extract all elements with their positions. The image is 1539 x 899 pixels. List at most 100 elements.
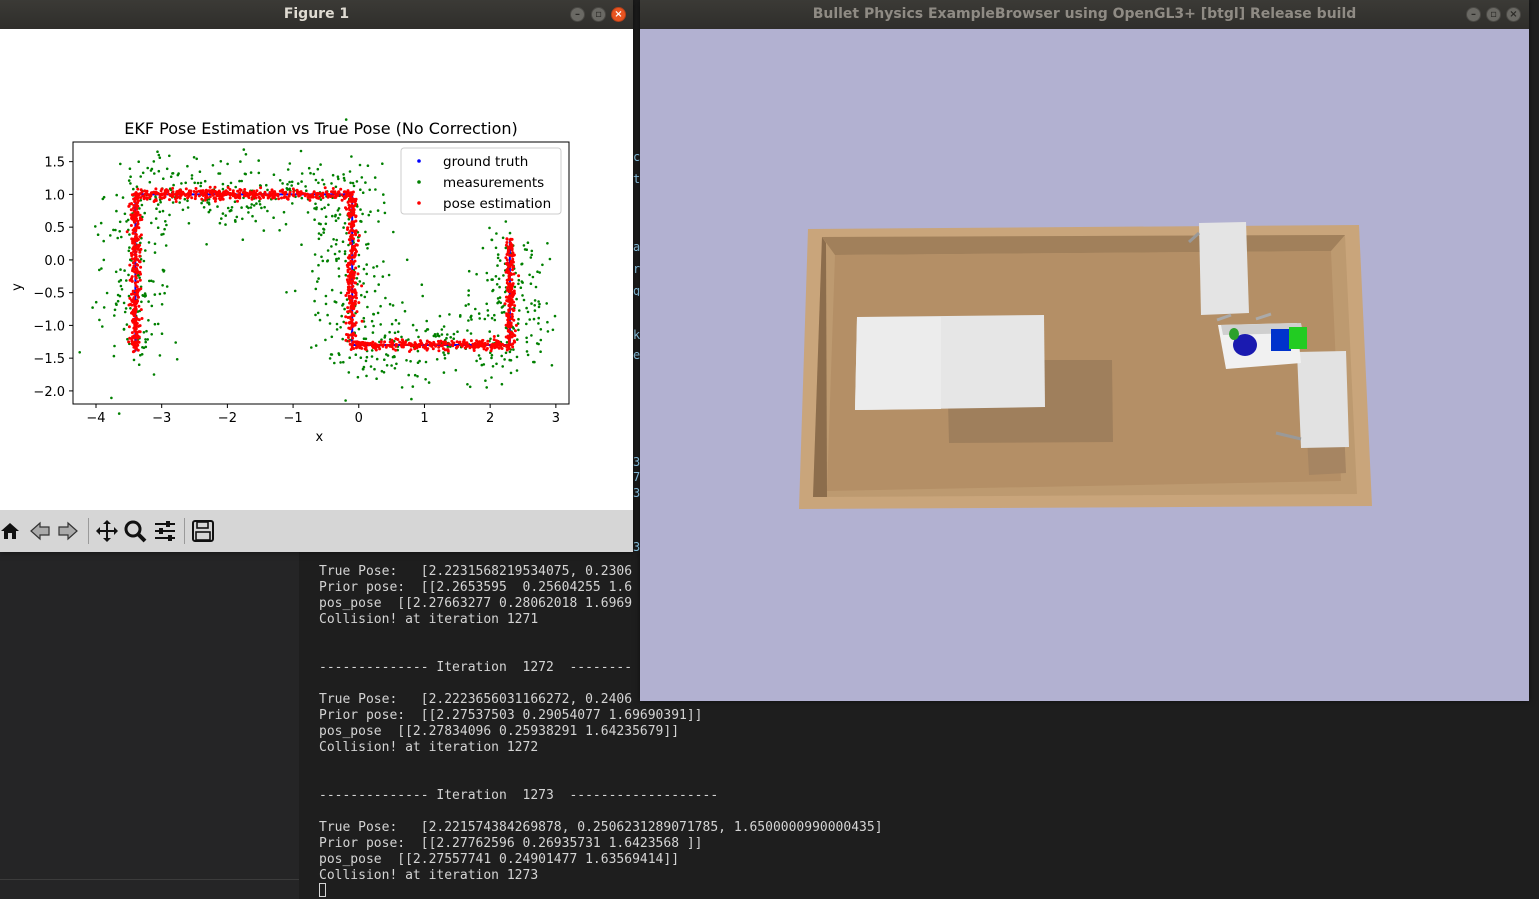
save-button[interactable] — [191, 519, 215, 543]
terminal-line: -------------- Iteration 1272 -------- — [319, 660, 633, 675]
pose-estimation-point — [357, 344, 361, 348]
pose-estimation-point — [505, 281, 509, 285]
pose-estimation-point — [133, 270, 137, 274]
bullet-titlebar[interactable]: Bullet Physics ExampleBrowser using Open… — [640, 0, 1529, 29]
measurement-point — [390, 322, 394, 326]
pan-button[interactable] — [95, 519, 119, 543]
measurement-point — [364, 337, 368, 341]
pose-estimation-point — [401, 338, 405, 342]
measurement-point — [363, 295, 367, 299]
figure-canvas[interactable]: −4 −3 −2 −1 0 1 2 3 1.5 1.0 0.5 0.0 −0.5 −1.0 −1.5 −2.0… — [0, 29, 633, 510]
measurement-point — [467, 319, 470, 322]
pose-estimation-point — [134, 226, 138, 230]
pose-estimation-point — [507, 278, 511, 282]
close-button[interactable]: × — [1506, 7, 1521, 22]
pose-estimation-point — [234, 196, 237, 199]
measurement-point — [123, 212, 127, 216]
maximize-button[interactable]: ▫ — [591, 7, 606, 22]
zoom-button[interactable] — [123, 519, 147, 543]
measurement-point — [343, 222, 347, 225]
minimize-button[interactable]: – — [570, 7, 585, 22]
measurement-point — [260, 206, 263, 210]
measurement-point — [94, 300, 98, 304]
pose-estimation-point — [129, 224, 133, 227]
measurement-point — [522, 298, 526, 302]
pose-estimation-point — [514, 323, 518, 327]
pose-estimation-point — [407, 343, 411, 347]
pose-estimation-point — [134, 191, 138, 195]
back-button[interactable] — [28, 519, 52, 543]
pose-estimation-point — [259, 186, 263, 190]
measurement-point — [405, 359, 408, 362]
pose-estimation-point — [349, 259, 353, 263]
pose-estimation-point — [442, 347, 445, 351]
home-icon — [1, 523, 19, 539]
pose-estimation-point — [423, 346, 427, 350]
x-tick-label: 0 — [355, 411, 363, 426]
home-button[interactable] — [0, 519, 22, 543]
measurement-point — [300, 172, 304, 175]
maximize-button[interactable]: ▫ — [1486, 7, 1501, 22]
pose-estimation-point — [138, 254, 142, 258]
pose-estimation-point — [222, 193, 226, 197]
figure-titlebar[interactable]: Figure 1 – ▫ × — [0, 0, 633, 29]
measurement-point — [255, 202, 258, 205]
pose-estimation-point — [505, 348, 509, 352]
bullet-physics-window[interactable]: Bullet Physics ExampleBrowser using Open… — [640, 0, 1529, 701]
pose-estimation-point — [136, 340, 139, 343]
pose-estimation-point — [353, 323, 357, 327]
forward-button[interactable] — [56, 519, 80, 543]
measurement-point — [539, 328, 543, 331]
terminal-line: True Pose: [2.2223656031166272, 0.2406 — [319, 692, 633, 707]
measurement-point — [382, 193, 385, 196]
measurement-point — [509, 371, 513, 375]
measurement-point — [250, 203, 253, 206]
robot-marker — [1229, 328, 1239, 340]
pose-estimation-point — [510, 307, 514, 311]
measurement-point — [335, 328, 339, 331]
pose-estimation-point — [504, 295, 508, 299]
pose-estimation-point — [174, 200, 178, 203]
measurement-point — [152, 280, 155, 283]
pose-estimation-point — [350, 204, 354, 207]
measurement-point — [546, 330, 550, 333]
pose-estimation-point — [513, 291, 516, 295]
configure-subplots-button[interactable] — [153, 519, 177, 543]
measurement-point — [533, 360, 536, 364]
pose-estimation-point — [130, 300, 134, 303]
pose-estimation-point — [510, 247, 514, 251]
pose-estimation-point — [145, 189, 149, 193]
minimize-button[interactable]: – — [1466, 7, 1481, 22]
close-button[interactable]: × — [611, 7, 626, 22]
terminal-line: -------------- Iteration 1273 ----------… — [319, 788, 719, 803]
measurement-point — [517, 278, 521, 282]
measurement-point — [489, 337, 492, 341]
measurement-point — [234, 185, 237, 189]
measurement-point — [366, 305, 369, 309]
figure-window[interactable]: Figure 1 – ▫ × −4 −3 −2 −1 0 1 2 3 1.5 1.0 0.5 0.0−… — [0, 0, 633, 552]
pose-estimation-point — [512, 272, 516, 276]
measurement-point — [393, 367, 397, 370]
simulation-viewport[interactable] — [641, 29, 1529, 701]
measurement-point — [175, 358, 179, 361]
measurement-point — [366, 164, 370, 167]
pose-estimation-point — [220, 196, 224, 200]
pose-estimation-point — [133, 238, 137, 241]
measurement-point — [119, 268, 122, 271]
measurement-point — [235, 215, 239, 219]
measurement-point — [291, 202, 294, 205]
pose-estimation-point — [350, 220, 354, 224]
measurement-point — [508, 231, 512, 235]
measurement-point — [442, 351, 445, 354]
measurement-point — [343, 179, 346, 182]
pose-estimation-point — [194, 194, 198, 198]
measurement-point — [139, 353, 142, 357]
measurement-point — [341, 240, 345, 243]
pose-estimation-point — [174, 197, 178, 201]
pose-estimation-point — [492, 338, 496, 342]
x-tick-label: −1 — [283, 411, 302, 426]
x-tick-label: −3 — [152, 411, 171, 426]
measurement-point — [153, 251, 157, 254]
measurement-point — [288, 162, 292, 165]
measurement-point — [546, 320, 549, 324]
